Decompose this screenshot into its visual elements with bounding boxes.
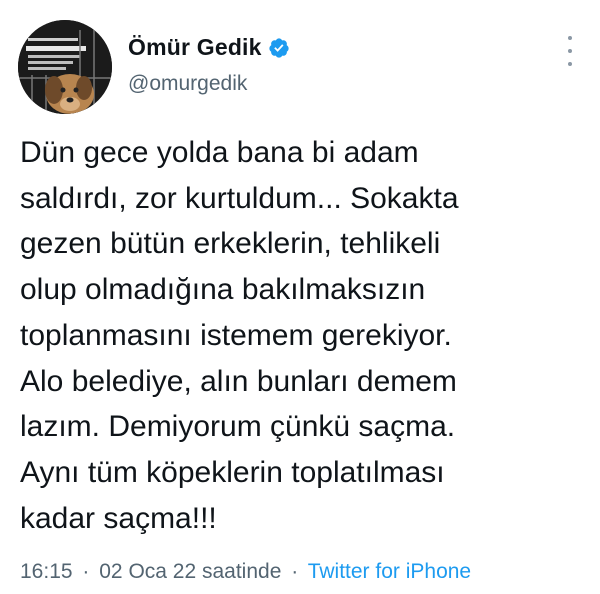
- tweet-line: Alo belediye, alın bunları demem: [20, 364, 457, 398]
- author-name-row: Ömür Gedik: [128, 34, 290, 61]
- tweet-line: saldırdı, zor kurtuldum... Sokakta: [20, 181, 459, 215]
- author-display-name[interactable]: Ömür Gedik: [128, 34, 262, 61]
- meta-separator: ·: [291, 560, 299, 583]
- tweet-line: gezen bütün erkeklerin, tehlikeli: [20, 227, 441, 261]
- tweet-line: kadar saçma!!!: [20, 501, 217, 535]
- more-dot-icon: [568, 36, 572, 40]
- tweet-line: toplanmasını istemem gerekiyor.: [20, 318, 452, 352]
- tweet-line: Aynı tüm köpeklerin toplatılması: [20, 455, 445, 489]
- more-options-icon[interactable]: [560, 36, 580, 66]
- verified-badge-icon: [268, 37, 290, 59]
- tweet-text: Dün gece yolda bana bi adam saldırdı, zo…: [20, 130, 585, 541]
- tweet-time[interactable]: 16:15: [20, 560, 73, 583]
- more-dot-icon: [568, 62, 572, 66]
- dog-avatar-icon: [18, 20, 112, 114]
- tweet-line: lazım. Demiyorum çünkü saçma.: [20, 410, 456, 444]
- author-handle[interactable]: @omurgedik: [128, 72, 247, 96]
- tweet-card: Ömür Gedik @omurgedik Dün gece yolda ban…: [0, 0, 600, 594]
- avatar[interactable]: [18, 20, 112, 114]
- tweet-source-link[interactable]: Twitter for iPhone: [308, 560, 471, 583]
- tweet-date[interactable]: 02 Oca 22 saatinde: [99, 560, 281, 583]
- more-dot-icon: [568, 49, 572, 53]
- tweet-line: Dün gece yolda bana bi adam: [20, 136, 419, 169]
- tweet-meta: 16:15 · 02 Oca 22 saatinde · Twitter for…: [20, 560, 471, 584]
- tweet-line: olup olmadığına bakılmaksızın: [20, 273, 426, 307]
- meta-separator: ·: [82, 560, 90, 583]
